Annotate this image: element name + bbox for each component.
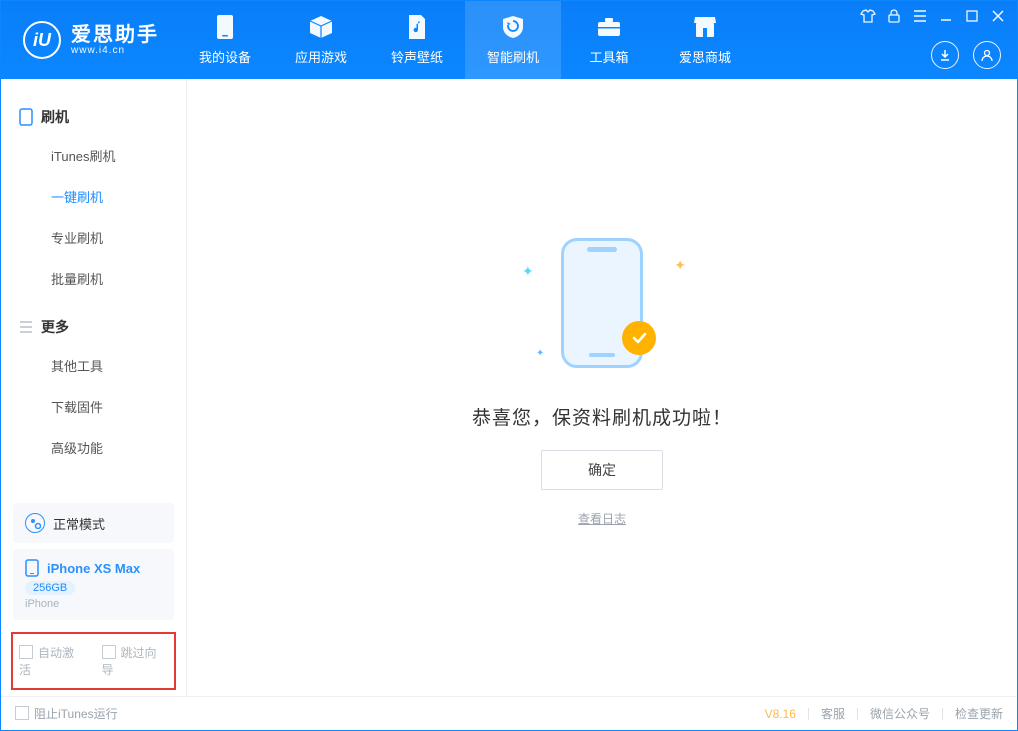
ok-button[interactable]: 确定	[541, 450, 663, 490]
nav-store[interactable]: 爱思商城	[657, 1, 753, 79]
sidebar-section-flash: 刷机	[1, 99, 186, 135]
lock-icon[interactable]	[885, 7, 903, 25]
body: 刷机 iTunes刷机 一键刷机 专业刷机 批量刷机 更多 其他工具 下载固件 …	[1, 79, 1017, 696]
refresh-shield-icon	[500, 14, 526, 40]
sidebar-item-batch-flash[interactable]: 批量刷机	[1, 258, 186, 299]
phone-outline-icon	[19, 108, 33, 126]
nav-ringtones[interactable]: 铃声壁纸	[369, 1, 465, 79]
sparkle-icon: ✦	[522, 263, 534, 280]
header: iU 爱思助手 www.i4.cn 我的设备 应用游戏 铃声壁纸 智能刷机	[1, 1, 1017, 79]
nav-label: 我的设备	[199, 47, 251, 66]
logo-icon: iU	[23, 21, 61, 59]
auto-activate-checkbox[interactable]: 自动激活	[19, 644, 86, 678]
section-title: 更多	[41, 317, 69, 337]
sidebar-section-more: 更多	[1, 309, 186, 345]
nav-label: 爱思商城	[679, 47, 731, 66]
sidebar-item-advanced[interactable]: 高级功能	[1, 427, 186, 468]
section-title: 刷机	[41, 107, 69, 127]
header-actions	[931, 41, 1001, 69]
device-card[interactable]: iPhone XS Max 256GB iPhone	[13, 549, 174, 620]
app-name: 爱思助手	[71, 25, 159, 45]
version-label: V8.16	[765, 707, 796, 721]
mode-label: 正常模式	[53, 514, 105, 533]
cube-icon	[308, 14, 334, 40]
list-icon	[19, 321, 33, 333]
download-button[interactable]	[931, 41, 959, 69]
success-panel: ✦ ✦ ✦ 恭喜您，保资料刷机成功啦！ 确定 查看日志	[472, 223, 732, 527]
view-log-link[interactable]: 查看日志	[578, 510, 626, 527]
music-file-icon	[404, 14, 430, 40]
sidebar-item-oneclick-flash[interactable]: 一键刷机	[1, 176, 186, 217]
app-domain: www.i4.cn	[71, 45, 159, 56]
maximize-icon[interactable]	[963, 7, 981, 25]
store-icon	[692, 14, 718, 40]
device-phone-icon	[25, 559, 39, 577]
wechat-link[interactable]: 微信公众号	[870, 705, 930, 722]
device-name: iPhone XS Max	[47, 561, 140, 576]
sidebar-item-other-tools[interactable]: 其他工具	[1, 345, 186, 386]
mode-icon	[25, 513, 45, 533]
menu-icon[interactable]	[911, 7, 929, 25]
nav-label: 铃声壁纸	[391, 47, 443, 66]
sidebar-item-pro-flash[interactable]: 专业刷机	[1, 217, 186, 258]
logo[interactable]: iU 爱思助手 www.i4.cn	[1, 1, 177, 79]
support-link[interactable]: 客服	[821, 705, 845, 722]
sparkle-icon: ✦	[536, 348, 544, 359]
nav-my-device[interactable]: 我的设备	[177, 1, 273, 79]
app-window: iU 爱思助手 www.i4.cn 我的设备 应用游戏 铃声壁纸 智能刷机	[0, 0, 1018, 731]
success-illustration: ✦ ✦ ✦	[512, 223, 692, 383]
block-itunes-checkbox[interactable]: 阻止iTunes运行	[15, 705, 118, 722]
nav-flash[interactable]: 智能刷机	[465, 1, 561, 79]
sidebar: 刷机 iTunes刷机 一键刷机 专业刷机 批量刷机 更多 其他工具 下载固件 …	[1, 79, 187, 696]
tshirt-icon[interactable]	[859, 7, 877, 25]
nav-toolbox[interactable]: 工具箱	[561, 1, 657, 79]
nav-label: 工具箱	[589, 47, 628, 66]
success-message: 恭喜您，保资料刷机成功啦！	[472, 403, 732, 430]
minimize-icon[interactable]	[937, 7, 955, 25]
close-icon[interactable]	[989, 7, 1007, 25]
logo-text: 爱思助手 www.i4.cn	[71, 25, 159, 56]
statusbar: 阻止iTunes运行 V8.16 客服 微信公众号 检查更新	[1, 696, 1017, 730]
top-nav: 我的设备 应用游戏 铃声壁纸 智能刷机 工具箱 爱思商城	[177, 1, 753, 79]
skip-guide-checkbox[interactable]: 跳过向导	[102, 644, 169, 678]
check-update-link[interactable]: 检查更新	[955, 705, 1003, 722]
account-button[interactable]	[973, 41, 1001, 69]
toolbox-icon	[596, 14, 622, 40]
options-highlight-box: 自动激活 跳过向导	[11, 632, 176, 690]
nav-apps[interactable]: 应用游戏	[273, 1, 369, 79]
device-storage-pill: 256GB	[25, 581, 75, 595]
mode-card[interactable]: 正常模式	[13, 503, 174, 543]
nav-label: 智能刷机	[487, 47, 539, 66]
sparkle-icon: ✦	[674, 257, 686, 274]
content-area: ✦ ✦ ✦ 恭喜您，保资料刷机成功啦！ 确定 查看日志	[187, 79, 1017, 696]
check-badge-icon	[622, 321, 656, 355]
sidebar-item-download-firmware[interactable]: 下载固件	[1, 386, 186, 427]
nav-label: 应用游戏	[295, 47, 347, 66]
device-icon	[212, 14, 238, 40]
window-controls	[859, 7, 1007, 25]
device-type: iPhone	[25, 598, 162, 610]
sidebar-item-itunes-flash[interactable]: iTunes刷机	[1, 135, 186, 176]
